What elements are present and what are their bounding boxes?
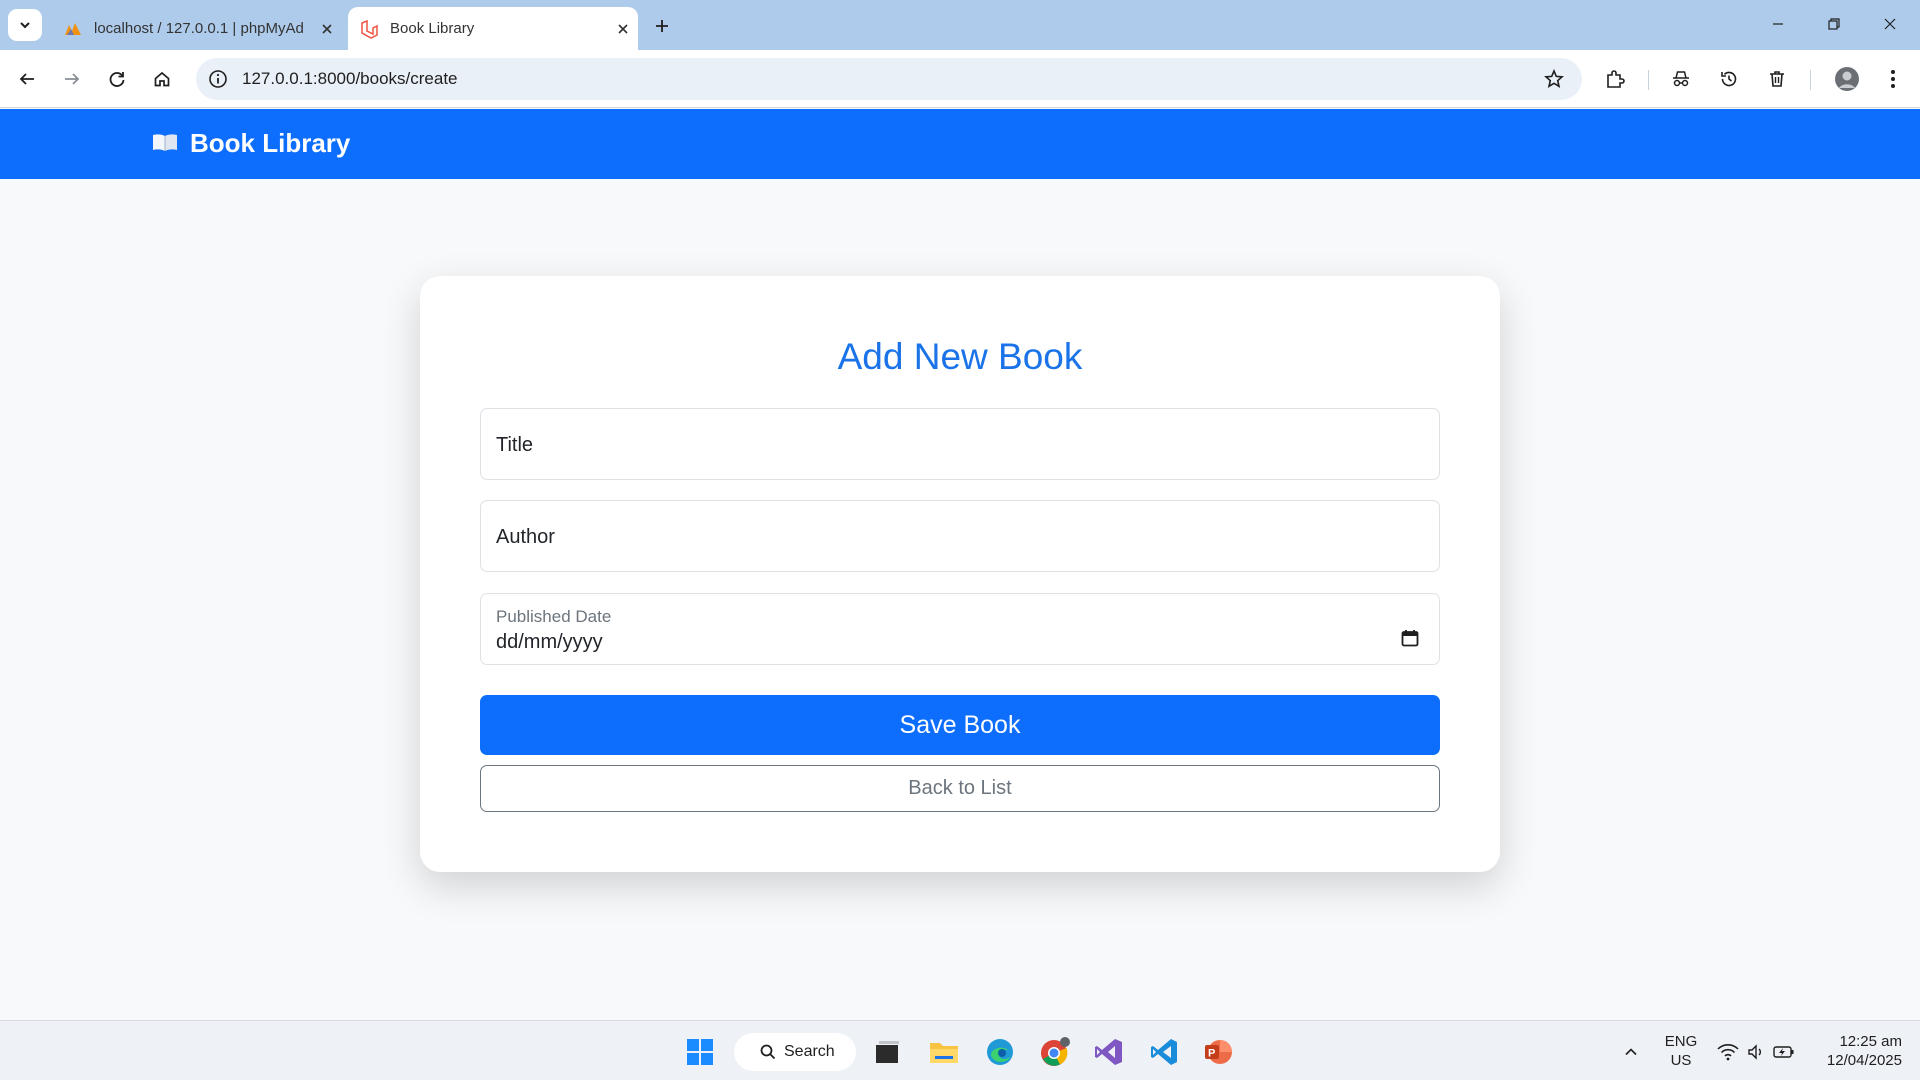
- visual-studio-button[interactable]: [1090, 1033, 1128, 1071]
- search-label: Search: [784, 1043, 835, 1060]
- wifi-icon: [1717, 1044, 1739, 1061]
- author-input[interactable]: Author: [480, 500, 1440, 572]
- minimize-button[interactable]: [1750, 0, 1806, 48]
- svg-text:P: P: [1208, 1048, 1215, 1060]
- visual-studio-icon: [1095, 1039, 1122, 1065]
- title-placeholder: Title: [496, 434, 534, 456]
- chrome-button[interactable]: [1036, 1033, 1074, 1071]
- close-icon: [1884, 18, 1896, 30]
- back-button[interactable]: [10, 62, 44, 96]
- chevron-up-icon: [1625, 1048, 1637, 1056]
- folder-icon: [930, 1043, 958, 1063]
- arrow-right-icon: [65, 73, 80, 85]
- bookmark-star-icon[interactable]: [1544, 69, 1564, 89]
- home-button[interactable]: [145, 62, 179, 96]
- tab-title: Book Library: [390, 20, 475, 37]
- incognito-button[interactable]: [1664, 62, 1698, 96]
- brand-title: Book Library: [190, 128, 351, 158]
- search-icon: [760, 1044, 776, 1060]
- clock-time: 12:25 am: [1839, 1033, 1902, 1050]
- toolbar-divider: [1648, 70, 1649, 90]
- brand-link[interactable]: Book Library: [152, 128, 350, 159]
- published-date-label: Published Date: [496, 607, 612, 626]
- avatar: [1835, 67, 1859, 91]
- site-info-icon[interactable]: [208, 69, 228, 89]
- profile-button[interactable]: [1830, 62, 1864, 96]
- vscode-button[interactable]: [1145, 1033, 1183, 1071]
- reload-icon: [109, 72, 125, 87]
- volume-icon: [1748, 1044, 1761, 1060]
- back-to-list-button[interactable]: Back to List: [480, 765, 1440, 812]
- history-button[interactable]: [1712, 62, 1746, 96]
- arrow-left-icon: [19, 73, 34, 85]
- task-view-icon: [876, 1041, 899, 1063]
- chevron-down-icon: [20, 22, 30, 29]
- reload-button[interactable]: [100, 62, 134, 96]
- incognito-icon: [1673, 71, 1689, 87]
- browser-tab-strip: localhost / 127.0.0.1 | phpMyAd Book Lib…: [0, 0, 1920, 50]
- save-book-button[interactable]: Save Book: [480, 695, 1440, 755]
- windows-icon: [687, 1039, 713, 1065]
- published-date-value: dd/mm/yyyy: [496, 631, 603, 653]
- vscode-icon: [1151, 1039, 1177, 1065]
- delete-button[interactable]: [1760, 62, 1794, 96]
- puzzle-icon: [1607, 70, 1625, 88]
- powerpoint-button[interactable]: P: [1199, 1033, 1237, 1071]
- language-code: ENG: [1664, 1033, 1698, 1050]
- taskbar-search[interactable]: Search: [734, 1033, 856, 1071]
- system-status-button[interactable]: [1708, 1033, 1804, 1071]
- region-code: US: [1670, 1052, 1692, 1069]
- tab-search-button[interactable]: [8, 9, 42, 41]
- menu-button[interactable]: [1876, 62, 1910, 96]
- calendar-icon[interactable]: [1401, 629, 1419, 652]
- new-tab-button[interactable]: [646, 12, 678, 40]
- browser-toolbar: 127.0.0.1:8000/books/create: [0, 50, 1920, 108]
- extensions-button[interactable]: [1598, 62, 1632, 96]
- forward-button[interactable]: [55, 62, 89, 96]
- tab-phpmyadmin[interactable]: localhost / 127.0.0.1 | phpMyAd: [52, 7, 342, 50]
- language-indicator[interactable]: ENG US: [1664, 1032, 1698, 1070]
- add-book-card: Add New Book Title Author Published Date…: [420, 276, 1500, 872]
- author-placeholder: Author: [496, 526, 555, 548]
- start-button[interactable]: [681, 1033, 719, 1071]
- clock-date: 12/04/2025: [1826, 1052, 1902, 1069]
- close-window-button[interactable]: [1862, 0, 1918, 48]
- clock[interactable]: 12:25 am 12/04/2025: [1812, 1032, 1902, 1070]
- tab-title: localhost / 127.0.0.1 | phpMyAd: [94, 20, 304, 37]
- edge-button[interactable]: [981, 1033, 1019, 1071]
- edge-icon: [987, 1039, 1013, 1065]
- file-explorer-button[interactable]: [925, 1033, 963, 1071]
- battery-icon: [1773, 1046, 1794, 1058]
- trash-icon: [1770, 71, 1784, 87]
- plus-icon: [656, 20, 668, 32]
- home-icon: [154, 71, 170, 87]
- app-navbar: Book Library: [0, 109, 1920, 179]
- title-input[interactable]: Title: [480, 408, 1440, 480]
- address-bar[interactable]: 127.0.0.1:8000/books/create: [196, 58, 1582, 100]
- history-icon: [1721, 71, 1737, 87]
- chrome-icon: [1041, 1037, 1070, 1066]
- close-tab-icon[interactable]: [608, 23, 638, 35]
- toolbar-divider: [1810, 70, 1811, 90]
- minimize-icon: [1773, 23, 1783, 25]
- published-date-input[interactable]: Published Date dd/mm/yyyy: [480, 593, 1440, 665]
- phpmyadmin-icon: [62, 18, 84, 40]
- tab-book-library[interactable]: Book Library: [348, 7, 638, 50]
- restore-button[interactable]: [1806, 0, 1862, 48]
- taskbar: Search P ENG US 12:25 am 12/04/2025: [0, 1020, 1920, 1080]
- task-view-button[interactable]: [868, 1033, 906, 1071]
- powerpoint-icon: P: [1205, 1040, 1232, 1064]
- laravel-icon: [358, 18, 380, 40]
- more-vertical-icon: [1891, 70, 1895, 88]
- url-text: 127.0.0.1:8000/books/create: [242, 69, 458, 88]
- page-title: Add New Book: [837, 336, 1083, 377]
- close-tab-icon[interactable]: [312, 23, 342, 35]
- restore-icon: [1828, 18, 1840, 30]
- open-book-icon: [152, 128, 178, 159]
- show-hidden-icons-button[interactable]: [1612, 1033, 1650, 1071]
